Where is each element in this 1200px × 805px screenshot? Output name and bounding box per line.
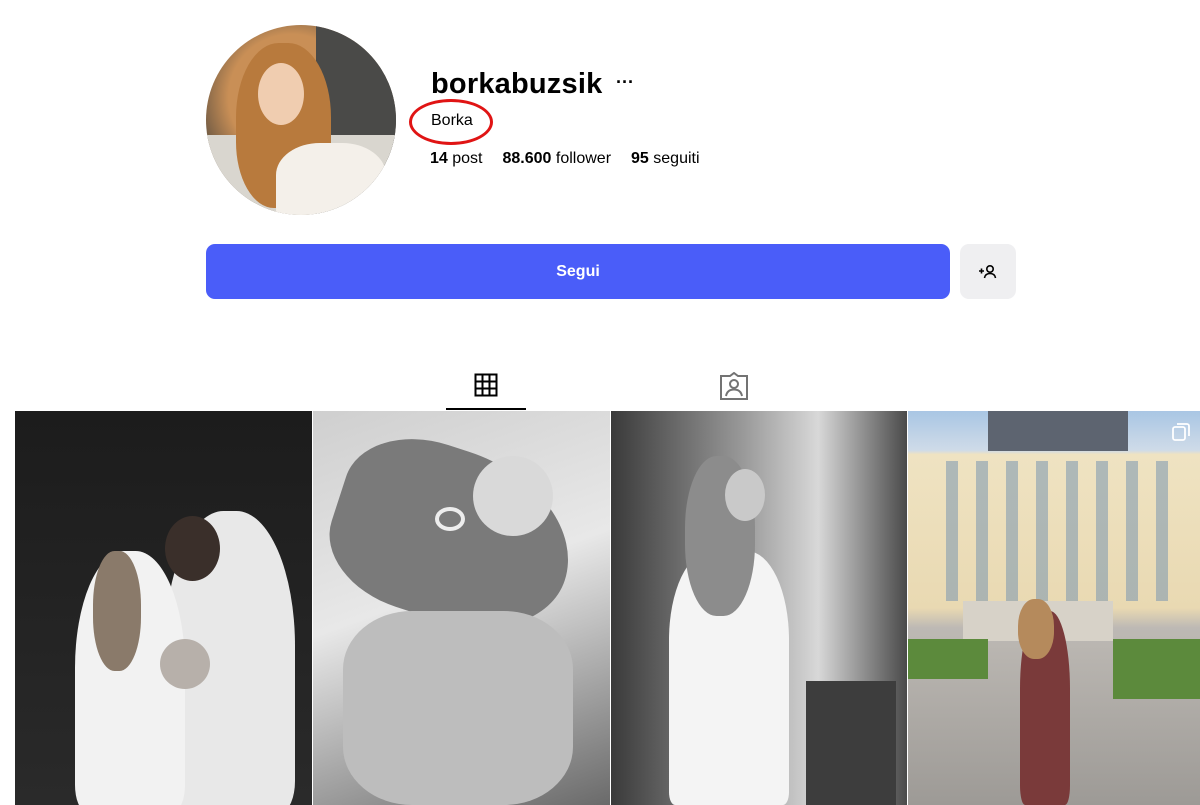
profile-stats: 14 post 88.600 follower 95 seguiti <box>430 150 700 168</box>
tab-posts-grid[interactable] <box>446 362 526 410</box>
tab-tagged[interactable] <box>694 362 774 410</box>
post-thumbnail-2[interactable] <box>313 411 610 805</box>
post-figure-hair <box>93 551 141 671</box>
post-figure-head <box>165 516 220 581</box>
post-thumbnail-1[interactable] <box>15 411 312 805</box>
post-baby-hand <box>473 456 553 536</box>
post-castle-roof <box>988 411 1128 451</box>
avatar-face <box>258 63 304 125</box>
post-thumbnail-3[interactable] <box>611 411 907 805</box>
post-thumbnail-4[interactable] <box>908 411 1200 805</box>
followers-count[interactable]: 88.600 follower <box>503 150 612 168</box>
more-options-icon[interactable]: ··· <box>616 72 634 93</box>
multiple-photos-icon <box>1172 423 1190 441</box>
suggest-accounts-button[interactable] <box>960 244 1016 299</box>
profile-username: borkabuzsik <box>431 68 603 100</box>
post-chair <box>806 681 896 805</box>
post-figure-hair <box>1018 599 1054 659</box>
follow-button[interactable]: Segui <box>206 244 950 299</box>
add-person-icon <box>979 264 997 278</box>
post-figure-face <box>725 469 765 521</box>
profile-full-name: Borka <box>431 112 473 129</box>
posts-count[interactable]: 14 post <box>430 150 483 168</box>
post-castle-windows <box>928 461 1178 601</box>
post-lawn-left <box>908 639 988 679</box>
profile-avatar[interactable] <box>206 25 396 215</box>
grid-icon <box>474 373 498 397</box>
following-count[interactable]: 95 seguiti <box>631 150 700 168</box>
post-blanket <box>343 611 573 805</box>
post-ring <box>435 507 465 531</box>
post-lawn-right <box>1113 639 1200 699</box>
posts-grid <box>15 411 1200 805</box>
post-figure-baby <box>160 639 210 689</box>
avatar-dress <box>276 143 386 215</box>
tagged-icon <box>720 372 748 400</box>
